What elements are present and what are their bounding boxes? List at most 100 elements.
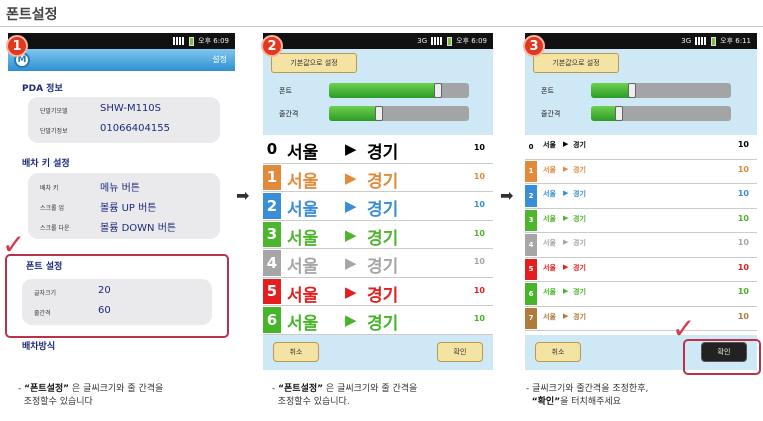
tutorial-page: 폰트설정 1 오후 6:09 M 설정 PDA 정보 단말기모델 SHW-M11… [0, 0, 763, 421]
reset-default-button[interactable]: 기본값으로 설정 [271, 53, 357, 73]
status-bar: 3G 오후 6:11 [525, 33, 757, 49]
direction-arrow-icon: ▶ [563, 238, 569, 246]
direction-arrow-icon: ▶ [563, 189, 569, 197]
direction-arrow-icon: ▶ [563, 311, 569, 320]
direction-arrow-icon: ▶ [563, 262, 569, 271]
count-value: 10 [737, 287, 749, 296]
slider-thumb[interactable] [375, 106, 384, 121]
origin-label: 서울 [543, 312, 556, 321]
row-number: 6 [263, 307, 281, 333]
row-number: 4 [525, 234, 537, 256]
network-label: 3G [417, 37, 428, 45]
signal-icon [695, 37, 708, 45]
next-arrow-icon: ➡ [236, 186, 250, 205]
row-number: 2 [263, 193, 281, 219]
row-number: 3 [263, 221, 281, 247]
caption-2-bold: “폰트설정” [278, 384, 324, 394]
status-bar: 3G 오후 6:09 [263, 33, 493, 49]
list-item: 4 서울 ▶ 경기 10 [525, 233, 757, 258]
list-item: 4 서울 ▶ 경기 10 [263, 249, 493, 278]
destination-label: 경기 [367, 257, 399, 277]
step-badge-1: 1 [6, 35, 28, 57]
slider-fill [591, 83, 632, 98]
slider-thumb[interactable] [627, 83, 636, 98]
count-value: 10 [737, 140, 749, 149]
destination-label: 경기 [573, 288, 586, 296]
origin-label: 서울 [287, 228, 319, 249]
page-title: 폰트설정 [6, 7, 58, 23]
row-number: 0 [528, 142, 534, 151]
direction-arrow-icon: ▶ [345, 282, 357, 301]
list-item: 7 서울 ▶ 경기 10 [525, 307, 757, 331]
count-value: 10 [473, 257, 485, 266]
count-value: 10 [473, 200, 485, 209]
list-item: 5 서울 ▶ 경기 10 [263, 278, 493, 306]
list-item: 0 서울 ▶ 경기 10 [525, 135, 757, 160]
network-label: 3G [681, 37, 692, 45]
list-item: 1 서울 ▶ 경기 10 [263, 164, 493, 192]
caption-3: - 글씨크기와 줄간격을 조정한후, “확인”을 터치해주세요 [526, 384, 649, 407]
row-number: 5 [263, 278, 281, 304]
origin-label: 서울 [287, 257, 319, 277]
count-value: 10 [473, 285, 485, 295]
confirm-button[interactable]: 확인 [437, 342, 483, 362]
destination-label: 경기 [367, 285, 399, 306]
line-spacing-slider[interactable] [329, 106, 469, 121]
direction-arrow-icon: ▶ [345, 311, 357, 329]
list-item: 5 서울 ▶ 경기 10 [525, 258, 757, 282]
font-label: 폰트 [279, 87, 292, 95]
row-number: 0 [266, 139, 278, 158]
preview-list: 0 서울 ▶ 경기 10 1 서울 ▶ 경기 10 2 서울 ▶ 경기 10 3 서울 ▶ 경기 10 4 서울 ▶ 경기 10… [263, 135, 493, 335]
count-value: 10 [473, 143, 485, 152]
slider-fill [329, 106, 380, 121]
destination-label: 경기 [367, 171, 399, 192]
slider-thumb[interactable] [615, 106, 623, 121]
count-value: 10 [737, 189, 749, 198]
origin-label: 서울 [543, 165, 556, 174]
destination-label: 경기 [367, 314, 399, 334]
origin-label: 서울 [543, 239, 556, 247]
battery-icon [447, 36, 453, 46]
count-value: 10 [737, 238, 749, 247]
direction-arrow-icon: ▶ [563, 213, 569, 222]
cancel-button[interactable]: 취소 [273, 342, 319, 362]
font-size-slider[interactable] [329, 83, 469, 98]
row-number: 3 [525, 209, 537, 231]
app-header: M 설정 [8, 49, 235, 71]
status-time: 오후 6:11 [720, 37, 751, 45]
key-settings-card[interactable]: 배차 키 메뉴 버튼 스크롤 업 볼륨 UP 버튼 스크롤 다운 볼륨 DOWN… [28, 173, 220, 239]
row-number: 2 [525, 185, 537, 207]
reset-default-button[interactable]: 기본값으로 설정 [533, 53, 619, 73]
destination-label: 경기 [573, 214, 586, 223]
font-size-slider[interactable] [591, 83, 731, 98]
line-spacing-slider[interactable] [591, 106, 731, 121]
battery-icon [189, 36, 195, 46]
origin-label: 서울 [543, 288, 556, 296]
row-number: 6 [525, 283, 537, 305]
title-divider [0, 26, 763, 27]
direction-arrow-icon: ▶ [345, 254, 357, 272]
count-value: 10 [473, 228, 485, 238]
destination-label: 경기 [573, 263, 586, 272]
count-value: 10 [737, 311, 749, 321]
direction-arrow-icon: ▶ [345, 140, 357, 158]
destination-label: 경기 [367, 200, 399, 220]
font-controls: 기본값으로 설정 폰트 줄간격 [525, 49, 757, 135]
direction-arrow-icon: ▶ [345, 168, 357, 187]
destination-label: 경기 [367, 228, 399, 249]
cancel-button[interactable]: 취소 [535, 342, 581, 362]
bottom-bar: 취소 확인 [263, 335, 493, 370]
destination-label: 경기 [573, 141, 586, 149]
count-value: 10 [737, 262, 749, 272]
origin-label: 서울 [287, 200, 319, 220]
caption-1-bold: “폰트설정” [24, 384, 70, 394]
model-value: SHW-M110S [100, 103, 162, 114]
info-value: 01066404155 [100, 123, 170, 134]
origin-label: 서울 [287, 143, 319, 163]
preview-list: 0 서울 ▶ 경기 10 1 서울 ▶ 경기 10 2 서울 ▶ 경기 10 3 서울 ▶ 경기 10 4 서울 ▶ 경기 10… [525, 135, 757, 335]
origin-label: 서울 [543, 190, 556, 198]
slider-thumb[interactable] [434, 83, 443, 98]
caption-1: - “폰트설정” 은 글씨크기와 줄 간격을 조정할수 있습니다 [18, 384, 164, 407]
origin-label: 서울 [543, 214, 556, 223]
font-label: 폰트 [541, 87, 554, 95]
